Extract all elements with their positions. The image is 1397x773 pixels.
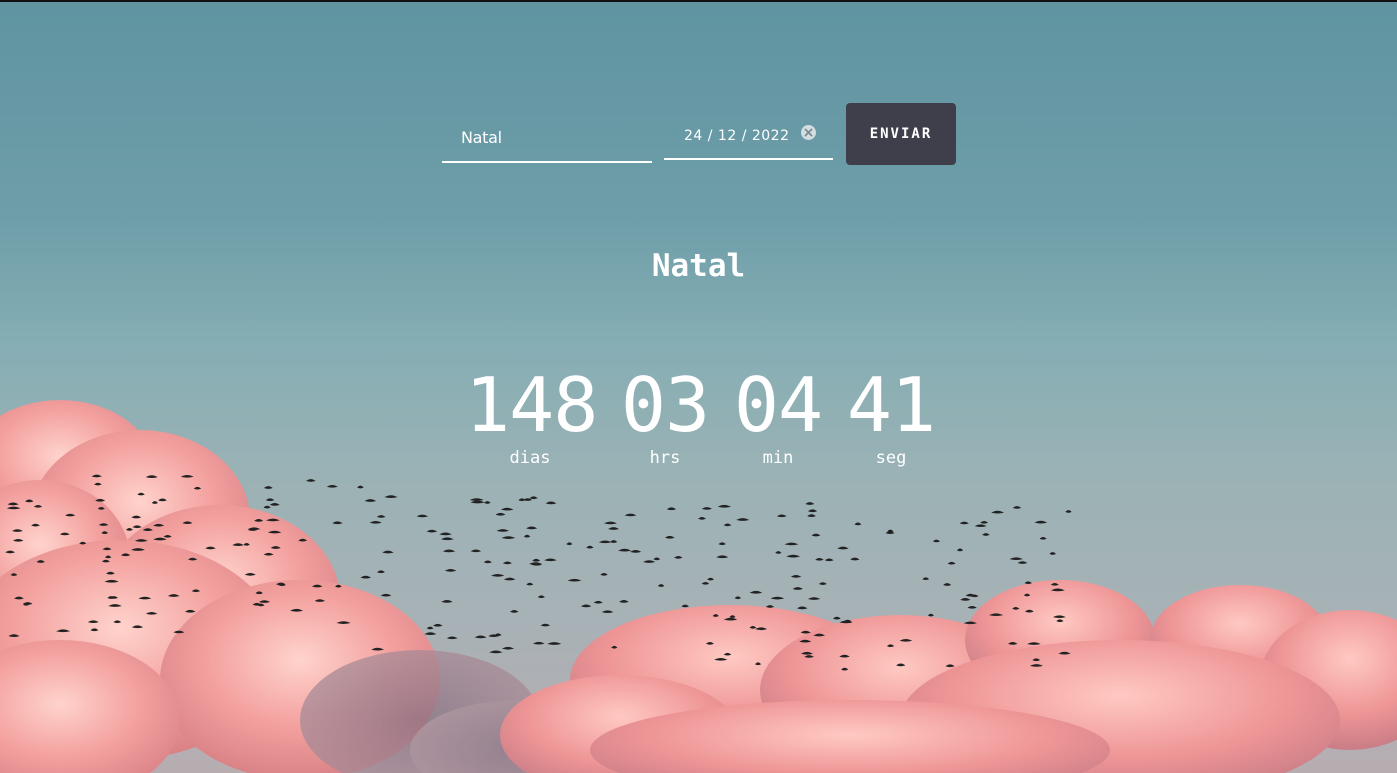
minutes-label: min (762, 448, 794, 468)
clear-icon[interactable] (801, 125, 816, 140)
countdown-days: 148 dias (465, 361, 598, 468)
hours-label: hrs (649, 448, 681, 468)
days-label: dias (509, 448, 551, 468)
event-name-input[interactable] (442, 113, 652, 163)
countdown-minutes: 04 min (733, 362, 823, 468)
seconds-label: seg (875, 448, 907, 468)
submit-button[interactable]: ENVIAR (846, 103, 956, 165)
countdown-hours: 03 hrs (620, 362, 710, 468)
countdown: 148 dias 03 hrs 04 min 41 seg (0, 362, 1397, 482)
days-value: 148 (465, 361, 598, 449)
date-input[interactable]: 24 / 12 / 2022 (664, 113, 833, 160)
hours-value: 03 (620, 361, 710, 449)
countdown-seconds: 41 seg (846, 362, 936, 468)
seconds-value: 41 (846, 361, 936, 449)
minutes-value: 04 (733, 361, 823, 449)
event-title: Natal (651, 248, 746, 284)
date-value: 24 / 12 / 2022 (684, 127, 790, 144)
countdown-form: 24 / 12 / 2022 ENVIAR (442, 103, 962, 165)
top-edge (0, 0, 1397, 2)
